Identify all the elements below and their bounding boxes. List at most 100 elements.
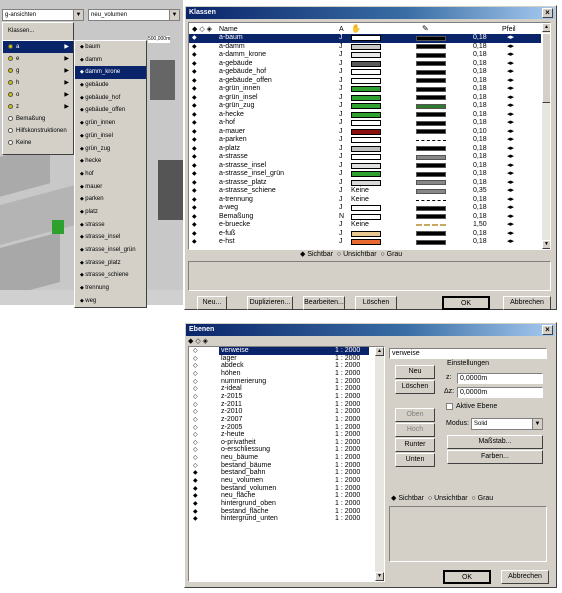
visible-marker-icon[interactable]: ◆ [192,145,197,153]
delete-button[interactable]: Löschen [355,296,397,310]
visible-marker-icon[interactable]: ◆ [192,204,197,212]
arrow-style-icon[interactable]: ◂▸ [507,34,514,42]
layer-row[interactable]: ◆ bestand_fläche 1 : 2000 [189,508,375,516]
fill-swatch[interactable] [351,128,381,135]
arrow-style-icon[interactable]: ◂▸ [507,196,514,204]
menu-item[interactable]: Keine [3,137,73,149]
visible-marker-icon[interactable]: ◆ [192,85,197,93]
layer-row[interactable]: ◇ z-2007 1 : 2000 [189,416,375,424]
submenu-item[interactable]: ◆ gebäude_hof [75,92,146,105]
fill-swatch[interactable] [351,213,381,220]
visible-marker-icon[interactable]: ◆ [192,179,197,187]
fill-swatch[interactable] [351,52,381,58]
fill-swatch[interactable] [351,86,381,92]
fill-swatch[interactable] [351,179,381,186]
radio-invisible[interactable]: ○ Unsichtbar [428,495,468,502]
line-style-swatch[interactable] [416,120,446,126]
duplicate-button[interactable]: Duplizieren... [247,296,293,310]
layer-row[interactable]: ◆ hintergrund_unten 1 : 2000 [189,515,375,523]
fill-swatch[interactable] [351,154,381,160]
klassen-row[interactable]: ◆ a-grün_zug J 0,18 ◂▸ [189,102,541,111]
menu-item[interactable]: Hilfskonstruktionen [3,125,73,137]
klassen-row[interactable]: ◆ a-strasse_platz J 0,18 ◂▸ [189,179,541,188]
fill-swatch[interactable] [351,145,381,152]
fill-swatch[interactable] [351,120,381,126]
ebenen-delete-button[interactable]: Löschen [395,380,435,394]
submenu-item[interactable]: ◆ baum [75,41,146,54]
layer-row[interactable]: ◆ neu_fläche 1 : 2000 [189,492,375,500]
layer-row[interactable]: ◇ nummerierung 1 : 2000 [189,378,375,386]
ebenen-new-button[interactable]: Neu [395,365,435,379]
cancel-button[interactable]: Abbrechen [503,296,551,310]
checkbox-icon[interactable] [446,402,453,410]
ebenen-scrollbar[interactable]: ▲ ▼ [375,347,384,581]
group-select[interactable]: g-ansichten ▼ [2,9,84,21]
submenu-item[interactable]: ◆ strasse_platz [75,257,146,270]
scroll-thumb[interactable] [542,33,550,103]
move-down-button[interactable]: Runter [395,438,435,452]
submenu-item[interactable]: ◆ damm [75,54,146,67]
layer-row[interactable]: ◆ neu_volumen 1 : 2000 [189,477,375,485]
arrow-style-icon[interactable]: ◂▸ [507,204,514,212]
fill-swatch[interactable] [351,171,381,177]
fill-swatch[interactable] [351,230,381,237]
klassen-row[interactable]: ◆ e-fuß J 0,18 ◂▸ [189,230,541,239]
layer-row[interactable]: ◇ z-2005 1 : 2000 [189,424,375,432]
arrow-style-icon[interactable]: ◂▸ [507,94,514,102]
ok-button[interactable]: OK [442,296,490,310]
submenu-item[interactable]: ◆ platz [75,206,146,219]
visible-marker-icon[interactable]: ◆ [192,43,197,51]
fill-swatch[interactable] [351,69,381,75]
arrow-style-icon[interactable]: ◂▸ [507,68,514,76]
move-up-button[interactable]: Oben [395,408,435,422]
radio-gray[interactable]: ○ Grau [471,495,493,502]
klassen-row[interactable]: ◆ a-hecke J 0,18 ◂▸ [189,111,541,120]
arrow-style-icon[interactable]: ◂▸ [507,51,514,59]
ebenen-cancel-button[interactable]: Abbrechen [501,570,549,584]
submenu-item[interactable]: ◆ gebäude_offen [75,104,146,117]
close-icon[interactable]: × [542,8,553,18]
z-input[interactable]: 0,0000m [457,373,543,384]
scroll-up-arrow-icon[interactable]: ▲ [375,347,384,356]
klassen-row[interactable]: ◆ a-gebäude_offen J 0,18 ◂▸ [189,77,541,86]
arrow-style-icon[interactable]: ◂▸ [507,187,514,195]
submenu-item[interactable]: ◆ hecke [75,155,146,168]
radio-visible[interactable]: ◆ Sichtbar [391,495,424,502]
radio-invisible[interactable]: ○ Unsichtbar [337,251,377,258]
menu-item[interactable]: e ▶ [3,53,73,65]
fill-swatch[interactable] [351,35,381,41]
klassen-row[interactable]: ◆ a-trennung J Keine 0,18 ◂▸ [189,196,541,205]
dz-input[interactable]: 0,0000m [457,387,543,398]
fill-swatch[interactable] [351,60,381,67]
line-style-swatch[interactable] [416,205,446,211]
menu-item[interactable]: Bemaßung [3,113,73,125]
klassen-row[interactable]: ◆ a-grün_insel J 0,18 ◂▸ [189,94,541,103]
line-style-swatch[interactable] [416,103,446,109]
chevron-down-icon[interactable]: ▼ [169,10,179,20]
line-style-swatch[interactable] [416,231,446,236]
menu-item[interactable]: g ▶ [3,65,73,77]
klassen-scrollbar[interactable]: ▲ ▼ [542,23,550,249]
arrow-style-icon[interactable]: ◂▸ [507,60,514,68]
edit-button[interactable]: Bearbeiten... [303,296,345,310]
visible-marker-icon[interactable]: ◆ [192,34,197,42]
arrow-style-icon[interactable]: ◂▸ [507,111,514,119]
layer-row[interactable]: ◆ bestand_volumen 1 : 2000 [189,485,375,493]
layer-row[interactable]: ◇ lager 1 : 2000 [189,355,375,363]
line-style-swatch[interactable] [416,239,446,245]
menu-item[interactable]: o ▶ [3,89,73,101]
submenu-item[interactable]: ◆ gebäude [75,79,146,92]
visible-marker-icon[interactable]: ◆ [192,94,197,102]
arrow-style-icon[interactable]: ◂▸ [507,179,514,187]
submenu-item[interactable]: ◆ hof [75,168,146,181]
line-style-swatch[interactable] [416,224,446,229]
menu-item[interactable]: h ▶ [3,77,73,89]
submenu-item[interactable]: ◆ strasse_schiene [75,269,146,282]
submenu-item[interactable]: ◆ damm_krone [75,66,146,80]
visible-marker-icon[interactable]: ◆ [192,213,197,221]
line-style-swatch[interactable] [416,52,446,58]
visible-marker-icon[interactable]: ◆ [192,119,197,127]
menu-item[interactable]: a ▶ [3,41,73,53]
layer-select[interactable]: neu_volumen ▼ [88,9,180,21]
colors-button[interactable]: Farben... [447,450,543,464]
